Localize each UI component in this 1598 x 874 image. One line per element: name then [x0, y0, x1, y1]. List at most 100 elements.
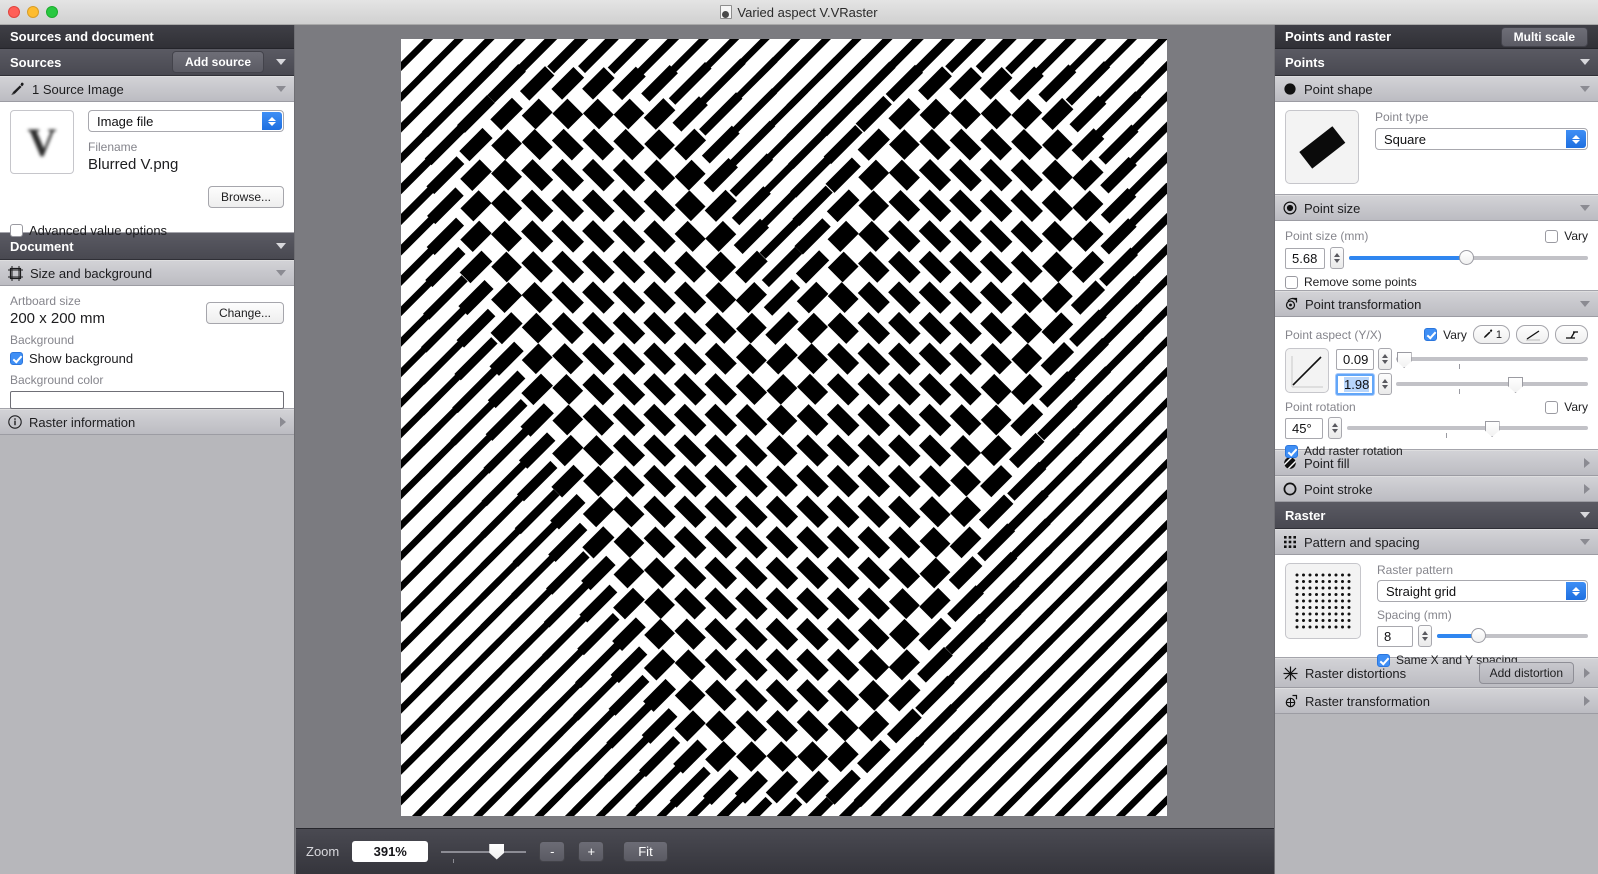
source-image-collapse-icon[interactable] [276, 86, 286, 92]
multi-scale-button[interactable]: Multi scale [1500, 26, 1588, 47]
size-background-header[interactable]: Size and background [0, 260, 294, 286]
minimize-button[interactable] [27, 6, 39, 18]
chevron-updown-icon[interactable] [1566, 582, 1586, 600]
point-size-vary-checkbox[interactable] [1545, 229, 1559, 243]
point-rotation-vary-checkbox[interactable] [1545, 400, 1559, 414]
raster-pattern-value: Straight grid [1386, 583, 1457, 599]
left-panel-header: Sources and document [0, 25, 294, 49]
point-aspect-max-slider[interactable] [1396, 376, 1588, 394]
canvas-area[interactable] [296, 25, 1274, 828]
zoom-in-button[interactable]: + [578, 841, 605, 862]
points-collapse-icon[interactable] [1580, 59, 1590, 65]
raster-pattern-select[interactable]: Straight grid [1377, 580, 1588, 602]
show-background-checkbox[interactable] [10, 352, 23, 365]
point-rotation-slider[interactable] [1347, 420, 1588, 438]
aspect-source-map-label: 1 [1495, 328, 1502, 341]
point-shape-label: Point shape [1304, 81, 1373, 97]
point-size-stepper[interactable] [1330, 247, 1344, 269]
chevron-updown-icon[interactable] [262, 112, 282, 130]
info-icon [8, 415, 22, 429]
aspect-source-map-button[interactable]: 1 [1472, 325, 1510, 344]
point-rotation-vary-row[interactable]: Vary [1545, 400, 1588, 414]
sources-collapse-icon[interactable] [276, 59, 286, 65]
point-transformation-header[interactable]: Point transformation [1275, 291, 1598, 317]
raster-distortions-expand-icon[interactable] [1584, 668, 1590, 678]
size-background-collapse-icon[interactable] [276, 270, 286, 276]
browse-button[interactable]: Browse... [207, 186, 284, 208]
point-aspect-vary-checkbox[interactable] [1424, 328, 1438, 341]
zoom-button[interactable] [46, 6, 58, 18]
point-aspect-min-stepper[interactable] [1378, 348, 1392, 370]
hatched-circle-icon [1283, 456, 1297, 470]
points-section-header[interactable]: Points [1275, 49, 1598, 76]
document-collapse-icon[interactable] [276, 243, 286, 249]
aspect-curve-preview[interactable] [1285, 348, 1329, 393]
remove-some-points-checkbox[interactable] [1285, 275, 1298, 289]
aspect-curve-button[interactable] [1516, 325, 1549, 344]
raster-collapse-icon[interactable] [1580, 512, 1590, 518]
pattern-spacing-collapse-icon[interactable] [1580, 539, 1590, 545]
add-raster-rotation-checkbox[interactable] [1285, 444, 1298, 458]
aspect-invert-button[interactable] [1555, 325, 1588, 344]
source-thumbnail[interactable]: V [10, 110, 74, 174]
point-shape-header[interactable]: Point shape [1275, 76, 1598, 102]
point-aspect-max-input[interactable]: 1.98 [1336, 373, 1374, 395]
spacing-slider[interactable] [1437, 628, 1588, 644]
spacing-stepper[interactable] [1418, 625, 1432, 647]
title-bar: Varied aspect V.VRaster [0, 0, 1598, 25]
point-size-collapse-icon[interactable] [1580, 205, 1590, 211]
point-size-input[interactable]: 5.68 [1285, 247, 1325, 269]
remove-some-points-row[interactable]: Remove some points [1285, 275, 1588, 289]
add-distortion-button[interactable]: Add distortion [1478, 662, 1574, 684]
point-aspect-min-slider[interactable] [1396, 351, 1588, 369]
point-size-header[interactable]: Point size [1275, 195, 1598, 221]
raster-section-header[interactable]: Raster [1275, 502, 1598, 529]
pattern-spacing-body: Raster pattern Straight grid Spacing (mm… [1275, 555, 1598, 667]
source-image-header[interactable]: 1 Source Image [0, 76, 294, 102]
raster-transformation-expand-icon[interactable] [1584, 696, 1590, 706]
raster-information-expand-icon[interactable] [280, 417, 286, 427]
raster-information-header[interactable]: Raster information [0, 409, 294, 435]
point-stroke-expand-icon[interactable] [1584, 484, 1590, 494]
point-size-slider[interactable] [1349, 250, 1588, 266]
raster-pattern-preview[interactable] [1285, 563, 1361, 639]
zoom-out-button[interactable]: - [539, 841, 566, 862]
pattern-spacing-header[interactable]: Pattern and spacing [1275, 529, 1598, 555]
pattern-spacing-label: Pattern and spacing [1304, 534, 1420, 550]
point-aspect-max-stepper[interactable] [1378, 373, 1392, 395]
source-type-select[interactable]: Image file [88, 110, 284, 132]
eyedropper-icon [8, 82, 25, 96]
point-stroke-header[interactable]: Point stroke [1275, 476, 1598, 502]
sources-section-header[interactable]: Sources Add source [0, 49, 294, 76]
point-shape-collapse-icon[interactable] [1580, 86, 1590, 92]
spacing-input[interactable]: 8 [1377, 625, 1413, 647]
size-background-label: Size and background [30, 265, 153, 281]
zoom-fit-button[interactable]: Fit [623, 841, 668, 862]
point-aspect-min-input[interactable]: 0.09 [1336, 348, 1374, 370]
point-shape-preview[interactable] [1285, 110, 1359, 184]
show-background-row[interactable]: Show background [10, 351, 284, 366]
point-type-select[interactable]: Square [1375, 128, 1588, 150]
advanced-value-options-checkbox[interactable] [10, 224, 23, 237]
zoom-slider[interactable] [441, 842, 527, 863]
point-size-mm-label: Point size (mm) [1285, 229, 1369, 243]
points-title: Points [1285, 54, 1325, 70]
point-aspect-vary-row[interactable]: Vary [1424, 328, 1467, 342]
raster-transformation-header[interactable]: Raster transformation [1275, 688, 1598, 714]
change-artboard-button[interactable]: Change... [205, 302, 284, 324]
close-button[interactable] [8, 6, 20, 18]
add-source-button[interactable]: Add source [171, 51, 264, 73]
background-color-well[interactable] [10, 391, 284, 409]
advanced-value-options-label: Advanced value options [29, 223, 168, 238]
point-rotation-stepper[interactable] [1328, 417, 1342, 439]
zoom-input[interactable]: 391% [352, 841, 429, 862]
same-xy-spacing-checkbox[interactable] [1377, 653, 1390, 667]
chevron-updown-icon[interactable] [1566, 130, 1586, 148]
point-transformation-collapse-icon[interactable] [1580, 301, 1590, 307]
point-rotation-input[interactable]: 45° [1285, 417, 1323, 439]
artboard[interactable] [401, 39, 1167, 816]
window-controls[interactable] [8, 6, 58, 18]
point-size-vary-row[interactable]: Vary [1545, 229, 1588, 243]
artboard-size-value: 200 x 200 mm [10, 310, 106, 327]
point-fill-expand-icon[interactable] [1584, 458, 1590, 468]
